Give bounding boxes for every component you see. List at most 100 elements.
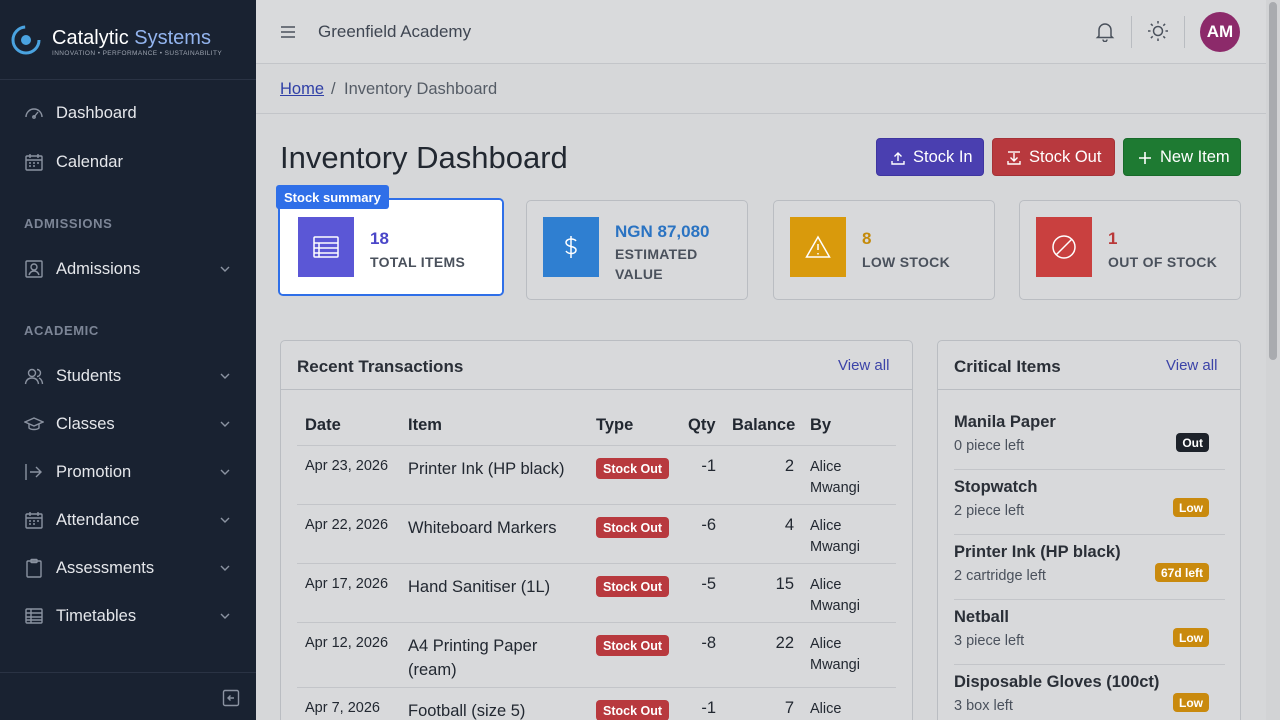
sidebar-item-label: Dashboard bbox=[56, 103, 137, 122]
critical-item[interactable]: Stopwatch 2 piece left Low bbox=[954, 470, 1225, 535]
stat-card-total-items[interactable]: 18 TOTAL ITEMS bbox=[278, 198, 504, 296]
bell-icon[interactable] bbox=[1094, 20, 1116, 42]
column-header-item[interactable]: Item bbox=[408, 416, 442, 435]
graduation-cap-icon bbox=[24, 417, 44, 431]
logo-icon bbox=[11, 25, 41, 55]
upload-icon bbox=[891, 152, 905, 165]
cell-qty: -5 bbox=[701, 575, 716, 593]
new-item-button[interactable]: New Item bbox=[1123, 138, 1241, 176]
stock-in-button[interactable]: Stock In bbox=[876, 138, 984, 176]
stock-out-button[interactable]: Stock Out bbox=[992, 138, 1115, 176]
avatar[interactable]: AM bbox=[1200, 12, 1240, 52]
stat-label: ESTIMATED VALUE bbox=[615, 246, 698, 282]
chevron-down-icon bbox=[220, 373, 230, 379]
chevron-down-icon bbox=[220, 469, 230, 475]
sidebar-item-dashboard[interactable]: Dashboard bbox=[0, 91, 256, 135]
critical-item[interactable]: Disposable Gloves (100ct) 3 box left Low bbox=[954, 665, 1225, 720]
column-header-by[interactable]: By bbox=[810, 416, 831, 435]
stat-label: OUT OF STOCK bbox=[1108, 254, 1218, 270]
type-badge: Stock Out bbox=[596, 458, 670, 479]
brand-name: Catalytic Systems bbox=[52, 27, 211, 49]
panel-header: Critical Items View all bbox=[938, 341, 1240, 390]
breadcrumb-home-link[interactable]: Home bbox=[280, 80, 324, 99]
scrollbar-thumb[interactable] bbox=[1269, 2, 1277, 360]
sidebar-item-assessments[interactable]: Assessments bbox=[0, 546, 256, 590]
sidebar-footer bbox=[0, 672, 256, 720]
stat-card-estimated-value[interactable]: NGN 87,080 ESTIMATED VALUE bbox=[526, 200, 748, 300]
chevron-down-icon bbox=[220, 421, 230, 427]
panel-header: Recent Transactions View all bbox=[281, 341, 912, 390]
chevron-down-icon bbox=[220, 613, 230, 619]
hamburger-menu-icon[interactable] bbox=[278, 22, 298, 42]
sidebar-item-attendance[interactable]: Attendance bbox=[0, 498, 256, 542]
sidebar-item-timetables[interactable]: Timetables bbox=[0, 594, 256, 638]
sidebar-item-calendar[interactable]: Calendar bbox=[0, 140, 256, 184]
critical-item-name: Printer Ink (HP black) bbox=[954, 543, 1121, 561]
table-row[interactable]: Apr 17, 2026 Hand Sanitiser (1L) Stock O… bbox=[297, 563, 896, 622]
type-badge: Stock Out bbox=[596, 635, 670, 656]
panel-title: Recent Transactions bbox=[297, 357, 464, 376]
gauge-icon bbox=[25, 108, 43, 119]
topbar-divider bbox=[1131, 16, 1132, 48]
panel-title: Critical Items bbox=[954, 357, 1061, 376]
users-icon bbox=[24, 368, 44, 385]
sidebar-item-label: Promotion bbox=[56, 462, 132, 481]
cell-date: Apr 23, 2026 bbox=[305, 458, 389, 474]
page-title: Inventory Dashboard bbox=[280, 140, 568, 175]
view-all-critical-link[interactable]: View all bbox=[1166, 357, 1217, 374]
critical-item[interactable]: Printer Ink (HP black) 2 cartridge left … bbox=[954, 535, 1225, 600]
chevron-down-icon bbox=[220, 517, 230, 523]
table-row[interactable]: Apr 12, 2026 A4 Printing Paper (ream) St… bbox=[297, 622, 896, 687]
sidebar-item-label: Admissions bbox=[56, 259, 141, 278]
stat-card-low-stock[interactable]: 8 LOW STOCK bbox=[773, 200, 995, 300]
calendar-check-icon bbox=[25, 512, 43, 529]
stat-label: LOW STOCK bbox=[862, 254, 950, 270]
column-header-type[interactable]: Type bbox=[596, 416, 633, 435]
cell-date: Apr 17, 2026 bbox=[305, 576, 389, 592]
brand[interactable]: Catalytic Systems INNOVATION • PERFORMAN… bbox=[0, 0, 256, 80]
id-card-icon bbox=[25, 260, 43, 278]
cell-date: Apr 7, 2026 bbox=[305, 700, 380, 716]
column-header-qty[interactable]: Qty bbox=[688, 416, 716, 435]
chevron-down-icon bbox=[220, 565, 230, 571]
sun-icon[interactable] bbox=[1146, 19, 1170, 43]
page-scrollbar[interactable] bbox=[1266, 0, 1280, 720]
table-row[interactable]: Apr 23, 2026 Printer Ink (HP black) Stoc… bbox=[297, 445, 896, 504]
cell-by: Alice Mwangi bbox=[810, 577, 860, 614]
section-title-admissions: ADMISSIONS bbox=[24, 216, 113, 231]
cell-qty: -1 bbox=[701, 457, 716, 475]
sidebar-item-promotion[interactable]: Promotion bbox=[0, 450, 256, 494]
stat-card-out-of-stock[interactable]: 1 OUT OF STOCK bbox=[1019, 200, 1241, 300]
type-badge: Stock Out bbox=[596, 700, 670, 720]
critical-item[interactable]: Netball 3 piece left Low bbox=[954, 600, 1225, 665]
clipboard-icon bbox=[26, 558, 42, 578]
topbar-divider bbox=[1184, 16, 1185, 48]
sidebar-item-classes[interactable]: Classes bbox=[0, 402, 256, 446]
stat-icon-box bbox=[790, 217, 846, 277]
warning-icon bbox=[805, 235, 831, 258]
cell-date: Apr 22, 2026 bbox=[305, 517, 389, 533]
cell-by: Alice bbox=[810, 701, 842, 717]
view-all-transactions-link[interactable]: View all bbox=[838, 357, 889, 374]
critical-item[interactable]: Manila Paper 0 piece left Out bbox=[954, 405, 1225, 470]
sidebar-item-students[interactable]: Students bbox=[0, 354, 256, 398]
sidebar-item-label: Assessments bbox=[56, 558, 155, 577]
sidebar-item-admissions[interactable]: Admissions bbox=[0, 247, 256, 291]
stat-value: 8 bbox=[862, 229, 872, 248]
critical-item-remaining: 3 piece left bbox=[954, 633, 1025, 649]
breadcrumb-current: Inventory Dashboard bbox=[344, 80, 498, 98]
collapse-sidebar-icon[interactable] bbox=[222, 689, 240, 707]
new-item-label: New Item bbox=[1160, 147, 1230, 166]
status-badge: Out bbox=[1176, 433, 1209, 452]
table-row[interactable]: Apr 22, 2026 Whiteboard Markers Stock Ou… bbox=[297, 504, 896, 563]
cell-qty: -1 bbox=[701, 699, 716, 717]
table-row[interactable]: Apr 7, 2026 Football (size 5) Stock Out … bbox=[297, 687, 896, 720]
ban-icon bbox=[1052, 235, 1076, 259]
table-icon bbox=[25, 608, 43, 624]
critical-item-name: Manila Paper bbox=[954, 413, 1056, 431]
section-title-academic: ACADEMIC bbox=[24, 323, 99, 338]
breadcrumb-separator: / bbox=[331, 80, 336, 98]
column-header-balance[interactable]: Balance bbox=[732, 416, 795, 435]
column-header-date[interactable]: Date bbox=[305, 416, 341, 435]
sidebar-item-label: Timetables bbox=[56, 606, 137, 625]
